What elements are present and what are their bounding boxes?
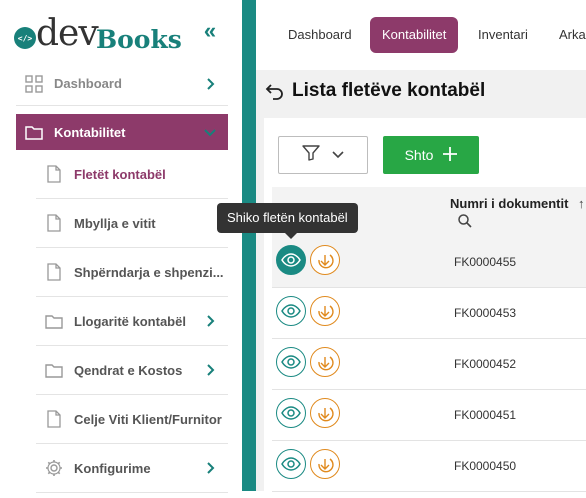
chevron-right-icon	[202, 362, 218, 378]
column-header-doc-number[interactable]: Numri i dokumentit	[450, 196, 568, 211]
sidebar-submenu: Fletët kontabël Mbyllja e vitit Shpërnda…	[36, 150, 228, 493]
folder-icon	[44, 361, 64, 379]
view-button[interactable]	[276, 296, 306, 326]
sidebar-subitem-fletet-kontabel[interactable]: Fletët kontabël	[36, 150, 228, 199]
eye-icon	[281, 355, 301, 369]
file-icon	[44, 165, 64, 183]
chevron-right-icon	[202, 460, 218, 476]
view-button[interactable]	[276, 398, 306, 428]
collapse-sidebar-button[interactable]: «	[200, 20, 220, 44]
sidebar-subitem-shperndarja[interactable]: Shpërndarja e shpenzi...	[36, 248, 228, 297]
file-icon	[44, 263, 64, 281]
chevron-right-icon	[202, 76, 218, 92]
sidebar-nav: Dashboard Kontabilitet Fletët kontabël M…	[16, 62, 228, 493]
undo-arrow-icon	[318, 356, 334, 371]
sidebar-subitem-label: Konfigurime	[74, 460, 151, 476]
doc-number-cell: FK0000455	[454, 255, 517, 269]
add-button-label: Shto	[404, 147, 434, 163]
undo-arrow-icon	[318, 305, 334, 320]
chevron-down-icon	[202, 124, 218, 140]
sidebar: </> dev Books « Dashboard Kontabilitet F…	[0, 0, 242, 493]
table-row[interactable]: FK0000452	[272, 339, 586, 390]
folder-icon	[44, 312, 64, 330]
table-row[interactable]: FK0000455	[272, 237, 586, 288]
chevron-down-icon	[332, 146, 344, 164]
sort-arrow-icon[interactable]: ↑	[578, 196, 585, 211]
top-tabs: Dashboard Kontabilitet Inventari Arka	[256, 0, 586, 70]
folder-icon	[24, 123, 44, 141]
tab-kontabilitet[interactable]: Kontabilitet	[370, 17, 459, 53]
file-icon	[44, 410, 64, 428]
revert-button[interactable]	[310, 296, 340, 326]
sidebar-subitem-mbyllja-e-vitit[interactable]: Mbyllja e vitit	[36, 199, 228, 248]
search-icon[interactable]	[457, 213, 473, 229]
view-button[interactable]	[276, 347, 306, 377]
chevron-right-icon	[202, 313, 218, 329]
revert-button[interactable]	[310, 398, 340, 428]
eye-icon	[281, 406, 301, 420]
doc-number-cell: FK0000452	[454, 357, 517, 371]
doc-number-cell: FK0000453	[454, 306, 517, 320]
back-arrow-icon[interactable]	[264, 81, 286, 101]
eye-icon	[281, 304, 301, 318]
sidebar-subitem-qendrat-e-kostos[interactable]: Qendrat e Kostos	[36, 346, 228, 395]
view-button[interactable]	[276, 449, 306, 479]
file-icon	[44, 214, 64, 232]
tooltip: Shiko fletën kontabël	[217, 203, 358, 233]
logo-mark-icon: </>	[14, 27, 36, 49]
revert-button[interactable]	[310, 449, 340, 479]
sidebar-divider	[242, 0, 256, 491]
list-card: Shto Numri i dokumentit ↑ FK0000455 FK00…	[264, 118, 586, 498]
logo-dev-text: dev	[36, 13, 99, 54]
tooltip-arrow	[285, 233, 297, 239]
table-row[interactable]: FK0000453	[272, 288, 586, 339]
sidebar-subitem-label: Mbyllja e vitit	[74, 215, 156, 231]
sidebar-subitem-llogarite-kontabel[interactable]: Llogaritë kontabël	[36, 297, 228, 346]
eye-icon	[281, 253, 301, 267]
eye-icon	[281, 457, 301, 471]
tab-dashboard[interactable]: Dashboard	[276, 17, 364, 53]
sidebar-subitem-label: Shpërndarja e shpenzi...	[74, 264, 224, 280]
undo-arrow-icon	[318, 407, 334, 422]
page-title: Lista fletëve kontabël	[292, 80, 486, 101]
sidebar-subitem-celje-viti[interactable]: Celje Viti Klient/Furnitor	[36, 395, 228, 444]
sidebar-item-kontabilitet[interactable]: Kontabilitet	[16, 114, 228, 150]
sidebar-subitem-label: Qendrat e Kostos	[74, 362, 183, 378]
logo-books-text: Books	[96, 25, 182, 54]
filter-button[interactable]	[278, 136, 368, 174]
table-row[interactable]: FK0000450	[272, 441, 586, 492]
page-header: Lista fletëve kontabël	[264, 78, 485, 104]
sidebar-item-dashboard[interactable]: Dashboard	[16, 62, 228, 106]
sidebar-subitem-label: Llogaritë kontabël	[74, 313, 186, 329]
filter-icon	[302, 144, 320, 166]
add-button[interactable]: Shto	[383, 136, 479, 174]
table-row[interactable]: FK0000451	[272, 390, 586, 441]
doc-number-cell: FK0000451	[454, 408, 517, 422]
tab-arka[interactable]: Arka	[547, 17, 586, 53]
sidebar-item-label: Kontabilitet	[54, 124, 126, 140]
grid-icon	[24, 74, 44, 93]
main-content: Dashboard Kontabilitet Inventari Arka Li…	[256, 0, 586, 498]
tab-inventari[interactable]: Inventari	[466, 17, 540, 53]
revert-button[interactable]	[310, 245, 340, 275]
undo-arrow-icon	[318, 254, 334, 269]
sidebar-subitem-konfigurime[interactable]: Konfigurime	[36, 444, 228, 493]
plus-icon	[443, 146, 458, 164]
gear-icon	[44, 459, 64, 477]
doc-number-cell: FK0000450	[454, 459, 517, 473]
sidebar-subitem-label: Fletët kontabël	[74, 166, 166, 182]
revert-button[interactable]	[310, 347, 340, 377]
sidebar-subitem-label: Celje Viti Klient/Furnitor	[74, 411, 222, 427]
undo-arrow-icon	[318, 458, 334, 473]
view-button[interactable]	[276, 245, 306, 275]
sidebar-item-label: Dashboard	[54, 76, 122, 91]
